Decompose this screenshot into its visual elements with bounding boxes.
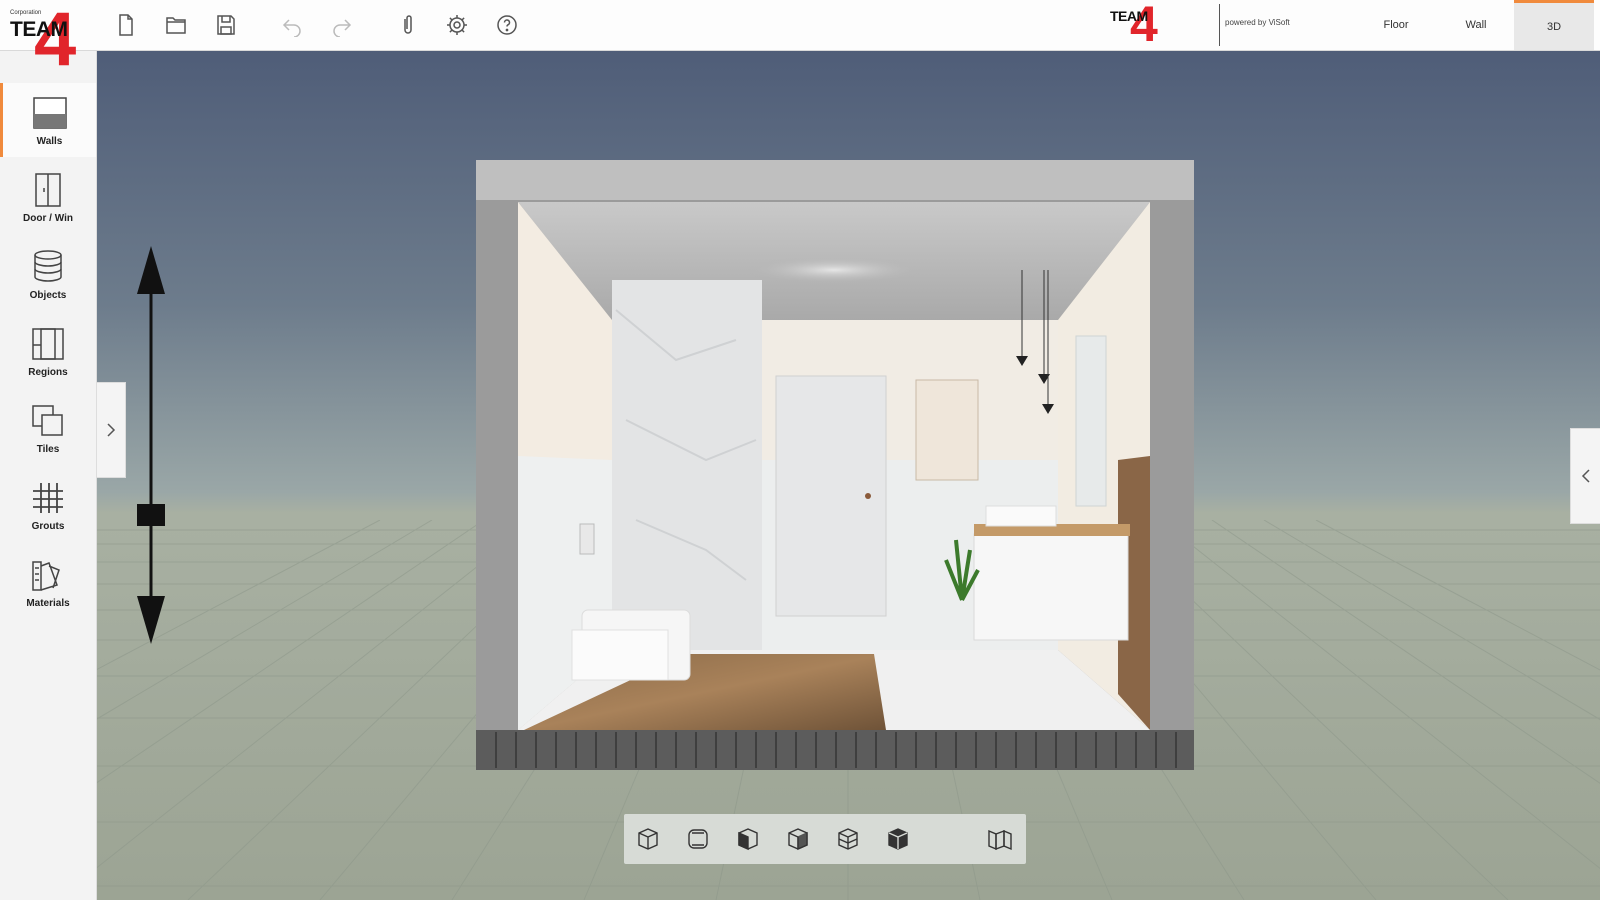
unfold-walls-button[interactable] xyxy=(982,821,1018,857)
cube-perspective-icon xyxy=(638,828,658,850)
elevation-handle[interactable] xyxy=(137,504,165,526)
sidebar-item-tiles[interactable]: Tiles xyxy=(0,391,96,465)
redo-button[interactable] xyxy=(326,9,358,41)
chevron-right-icon xyxy=(107,423,116,437)
objects-icon xyxy=(34,249,62,282)
grouts-icon xyxy=(33,482,63,513)
cube-left-icon xyxy=(788,828,808,851)
elevation-slider[interactable] xyxy=(133,246,169,644)
sidebar-item-label: Objects xyxy=(29,289,67,301)
powered-by-text: powered by ViSoft xyxy=(1225,18,1290,27)
sidebar-item-door-win[interactable]: Door / Win xyxy=(0,160,96,234)
3d-viewport[interactable] xyxy=(96,50,1600,900)
chevron-left-icon xyxy=(1581,469,1590,483)
marble-column xyxy=(612,280,762,650)
view-left-button[interactable] xyxy=(780,821,816,857)
tab-floor[interactable]: Floor xyxy=(1356,0,1436,50)
sidebar-item-label: Walls xyxy=(36,135,63,147)
sidebar-item-label: Door / Win xyxy=(23,212,73,224)
right-panel-toggle[interactable] xyxy=(1570,428,1600,524)
cube-right-icon xyxy=(838,828,858,850)
sidebar-item-label: Tiles xyxy=(36,443,60,455)
tab-3d[interactable]: 3D xyxy=(1514,0,1594,50)
sidebar-item-label: Regions xyxy=(28,366,68,378)
mirror xyxy=(1075,335,1107,507)
tiles-icon xyxy=(32,404,63,436)
file-icon xyxy=(119,14,133,36)
regions-icon xyxy=(32,327,64,360)
tab-wall[interactable]: Wall xyxy=(1436,0,1516,50)
view-right-button[interactable] xyxy=(830,821,866,857)
materials-icon xyxy=(32,560,60,591)
help-icon xyxy=(497,15,517,35)
sidebar-item-regions[interactable]: Regions xyxy=(0,314,96,388)
new-file-button[interactable] xyxy=(110,9,142,41)
save-icon xyxy=(217,15,235,35)
unfold-walls-icon xyxy=(988,829,1012,851)
folder-icon xyxy=(166,17,186,34)
gear-icon xyxy=(447,15,467,35)
top-toolbar: 4 TEAM powered by ViSoft Floor Wall 3D xyxy=(0,0,1600,51)
view-rounded-button[interactable] xyxy=(680,821,716,857)
view-top-button[interactable] xyxy=(880,821,916,857)
towel-radiator xyxy=(915,379,979,481)
sidebar-item-objects[interactable]: Objects xyxy=(0,237,96,311)
team4-logo: 4 Corporation TEAM xyxy=(4,0,96,80)
help-button[interactable] xyxy=(491,9,523,41)
door-icon xyxy=(35,172,61,207)
toolbar-divider xyxy=(1219,4,1220,46)
open-folder-button[interactable] xyxy=(160,9,192,41)
cube-front-icon xyxy=(738,828,758,851)
undo-button[interactable] xyxy=(276,9,308,41)
sidebar-item-label: Grouts xyxy=(31,520,65,532)
left-sidebar: Walls Door / Win Objects Regions Tiles G… xyxy=(0,50,97,900)
undo-icon xyxy=(282,19,301,37)
vanity-cabinet xyxy=(973,533,1129,641)
cube-rounded-icon xyxy=(688,829,708,849)
tab-3d-label: 3D xyxy=(1546,20,1562,33)
tab-floor-label: Floor xyxy=(1383,19,1409,31)
logo-corporation-text: Corporation xyxy=(10,10,42,16)
bathroom-3d-model[interactable] xyxy=(476,160,1194,770)
sidebar-item-label: Materials xyxy=(26,597,70,609)
cube-top-icon xyxy=(888,828,908,850)
redo-icon xyxy=(333,19,352,37)
arrow-down-icon[interactable] xyxy=(137,596,165,644)
settings-button[interactable] xyxy=(441,9,473,41)
attach-button[interactable] xyxy=(392,9,424,41)
team4-brand-logo: 4 TEAM xyxy=(1108,0,1166,50)
left-panel-toggle[interactable] xyxy=(96,382,126,478)
arrow-up-icon[interactable] xyxy=(137,246,165,294)
logo-team: TEAM xyxy=(1110,8,1148,24)
sidebar-item-grouts[interactable]: Grouts xyxy=(0,468,96,542)
sidebar-item-walls[interactable]: Walls xyxy=(0,83,96,157)
view-mode-bar xyxy=(624,814,1026,864)
view-perspective-button[interactable] xyxy=(630,821,666,857)
sidebar-item-materials[interactable]: Materials xyxy=(0,545,96,619)
tab-wall-label: Wall xyxy=(1465,19,1487,31)
save-button[interactable] xyxy=(210,9,242,41)
paperclip-icon xyxy=(404,15,412,34)
logo-team: TEAM xyxy=(10,18,68,41)
walls-icon xyxy=(32,96,67,129)
view-front-button[interactable] xyxy=(730,821,766,857)
